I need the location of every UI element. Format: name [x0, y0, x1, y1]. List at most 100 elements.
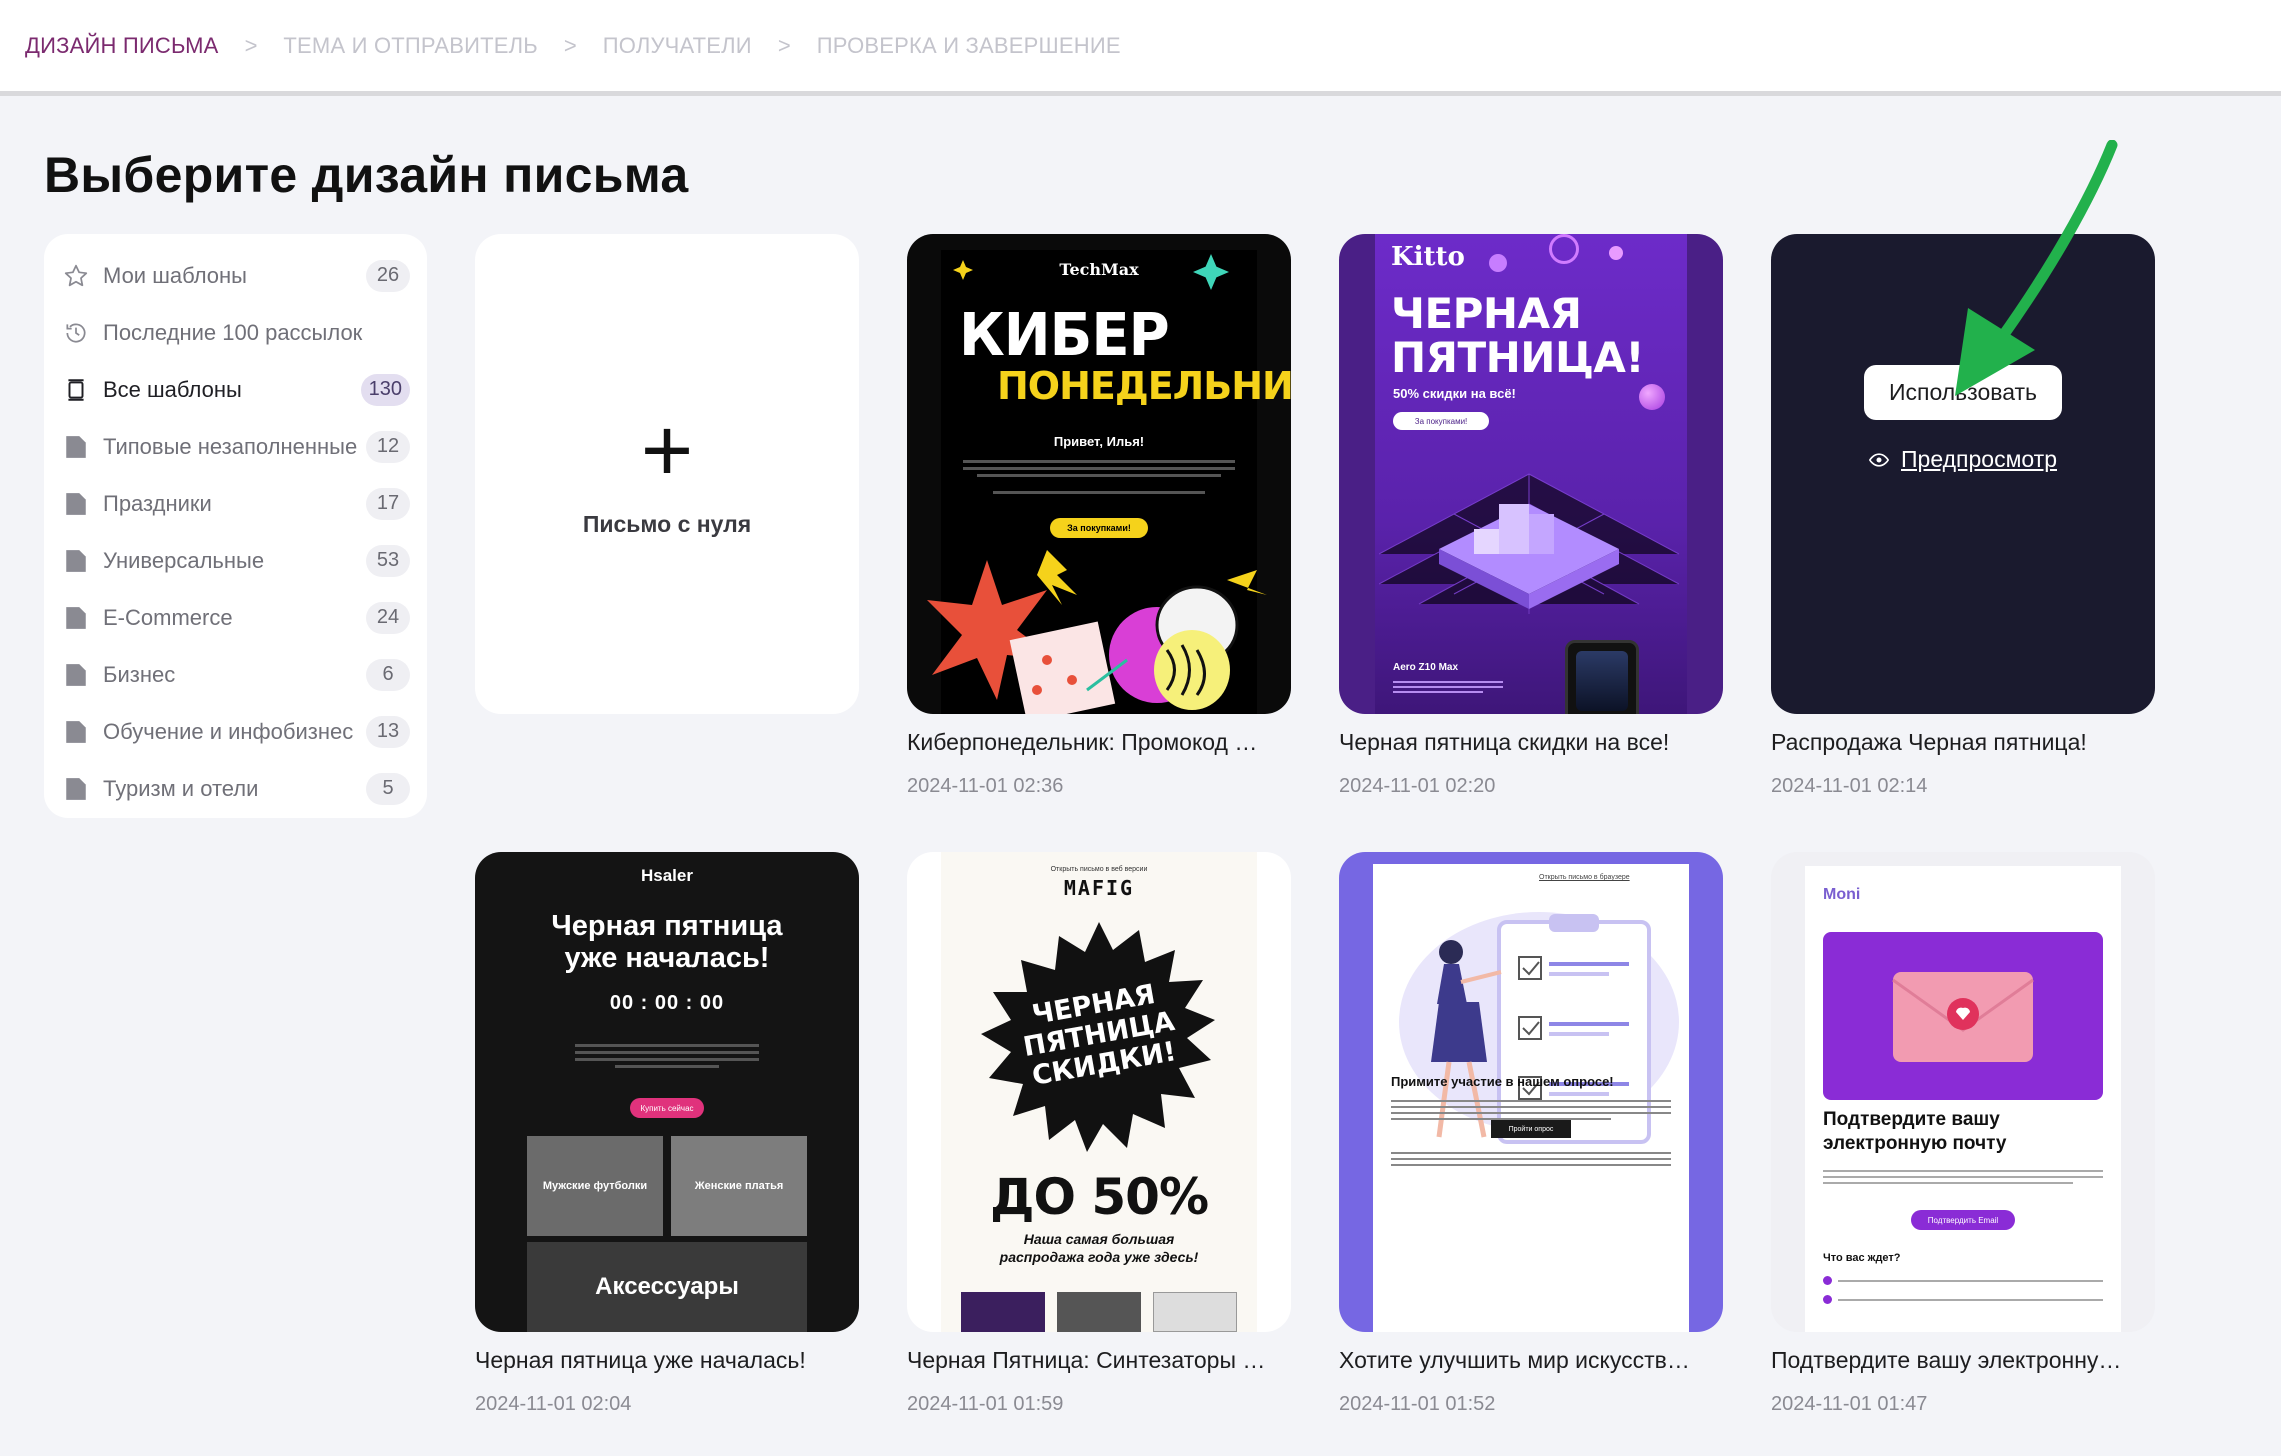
sidebar-item-ecommerce[interactable]: E-Commerce 24	[61, 589, 410, 646]
thumb-cta: Пройти опрос	[1491, 1120, 1571, 1138]
wizard-stepper: ДИЗАЙН ПИСЬМА > ТЕМА И ОТПРАВИТЕЛЬ > ПОЛ…	[0, 0, 2281, 96]
thumb-headline: ПОНЕДЕЛЬНИК	[997, 364, 1291, 408]
thumb-cta: За покупками!	[1393, 412, 1489, 430]
sidebar-item-tourism[interactable]: Туризм и отели 5	[61, 760, 410, 817]
sidebar-item-business[interactable]: Бизнес 6	[61, 646, 410, 703]
template-thumbnail[interactable]: Открыть письмо в браузере Примите участи…	[1339, 852, 1723, 1332]
template-card: Kitto ЧЕРНАЯ ПЯТНИЦА! 50% скидки на всё!…	[1339, 234, 1723, 798]
sidebar-item-universal[interactable]: Универсальные 53	[61, 532, 410, 589]
sidebar-item-holidays[interactable]: Праздники 17	[61, 475, 410, 532]
template-card: Открыть письмо в браузере Примите участи…	[1339, 852, 1723, 1416]
count-badge: 12	[366, 430, 410, 463]
sidebar-item-education[interactable]: Обучение и инфобизнес 13	[61, 703, 410, 760]
template-title: Подтвердите вашу электронну…	[1771, 1347, 2122, 1373]
thumb-headline: ЧЕРНАЯ	[1391, 289, 1582, 338]
thumb-body-text	[963, 456, 1235, 498]
history-icon	[61, 318, 91, 348]
step-design[interactable]: ДИЗАЙН ПИСЬМА	[25, 33, 219, 59]
template-thumbnail[interactable]: Hsaler Черная пятница уже началась! 00 :…	[475, 852, 859, 1332]
folder-icon	[61, 432, 91, 462]
folder-icon	[61, 660, 91, 690]
folder-icon	[61, 603, 91, 633]
sidebar-item-label: Мои шаблоны	[103, 262, 247, 288]
phone-image	[1565, 640, 1639, 714]
thumb-greeting: Привет, Илья!	[1053, 434, 1145, 449]
step-review-finish[interactable]: ПРОВЕРКА И ЗАВЕРШЕНИЕ	[817, 33, 1121, 59]
brand-logo: Kitto	[1391, 242, 1465, 272]
thumb-headline: уже началась!	[564, 942, 770, 974]
template-categories-sidebar: Мои шаблоны 26 Последние 100 рассылок Вс…	[44, 234, 427, 818]
template-thumbnail[interactable]: Moni Подтвердите вашу электронную почту …	[1771, 852, 2155, 1332]
template-title: Черная пятница скидки на все!	[1339, 729, 1670, 755]
preview-link[interactable]: Предпросмотр	[1869, 446, 2057, 473]
web-version-link: Открыть письмо в веб версии	[1050, 866, 1148, 873]
brand-logo: Hsaler	[641, 866, 693, 885]
chevron-right-icon: >	[777, 32, 791, 58]
sidebar-item-blank-typical[interactable]: Типовые незаполненные 12	[61, 418, 410, 475]
template-date: 2024-11-01 02:36	[907, 775, 1064, 797]
category-tile: Женские платья	[671, 1136, 807, 1236]
template-card: Moni Подтвердите вашу электронную почту …	[1771, 852, 2155, 1416]
template-thumbnail[interactable]: TechMax КИБЕР ПОНЕДЕЛЬНИК Привет, Илья! …	[907, 234, 1291, 714]
template-card: TechMax КИБЕР ПОНЕДЕЛЬНИК Привет, Илья! …	[907, 234, 1291, 798]
isometric-city-illustration	[1379, 473, 1679, 614]
stack-icon	[61, 375, 91, 405]
star-icon	[1193, 254, 1229, 290]
product-image	[961, 1292, 1045, 1332]
template-thumbnail[interactable]: Kitto ЧЕРНАЯ ПЯТНИЦА! 50% скидки на всё!…	[1339, 234, 1723, 714]
sidebar-item-label: Туризм и отели	[103, 775, 259, 801]
template-date: 2024-11-01 02:14	[1771, 775, 1928, 797]
template-card-blank: + Письмо с нуля	[475, 234, 859, 714]
folder-icon	[61, 546, 91, 576]
count-badge: 13	[366, 715, 410, 748]
thumb-cta: Купить сейчас	[630, 1098, 704, 1118]
template-date: 2024-11-01 02:20	[1339, 775, 1496, 797]
sidebar-item-my-templates[interactable]: Мои шаблоны 26	[61, 247, 410, 304]
template-title: Хотите улучшить мир искусств…	[1339, 1347, 1690, 1373]
brand-logo: Moni	[1823, 886, 1861, 903]
count-badge: 6	[366, 658, 410, 691]
brand-logo: MAFIG	[1063, 876, 1135, 900]
sidebar-item-recent-mailings[interactable]: Последние 100 рассылок	[61, 304, 410, 361]
template-date: 2024-11-01 01:52	[1339, 1393, 1496, 1415]
category-tile: Аксессуары	[527, 1242, 807, 1332]
thumb-subtitle: Что вас ждет?	[1823, 1252, 1901, 1264]
thumb-subtitle: Наша самая большая распродажа года уже з…	[999, 1231, 1199, 1265]
category-tile: Мужские футболки	[527, 1136, 663, 1236]
countdown-timer: 00 : 00 : 00	[609, 992, 725, 1014]
create-from-scratch-button[interactable]: + Письмо с нуля	[475, 234, 859, 714]
folder-icon	[61, 774, 91, 804]
sidebar-item-label: Универсальные	[103, 547, 265, 573]
thumb-product-name: Aero Z10 Max	[1393, 662, 1459, 673]
chevron-right-icon: >	[563, 32, 577, 58]
thumb-cta: За покупками!	[1050, 518, 1148, 538]
template-date: 2024-11-01 02:04	[475, 1393, 632, 1415]
template-thumbnail[interactable]: Открыть письмо в веб версии MAFIG ЧЕРНАЯ…	[907, 852, 1291, 1332]
thumb-headline: ДО 50%	[989, 1168, 1209, 1226]
template-card: Открыть письмо в веб версии MAFIG ЧЕРНАЯ…	[907, 852, 1291, 1416]
browser-link: Открыть письмо в браузере	[1539, 874, 1630, 881]
count-badge: 5	[366, 772, 410, 805]
count-badge: 130	[360, 373, 410, 406]
preview-link-label: Предпросмотр	[1901, 446, 2057, 472]
count-badge: 53	[366, 544, 410, 577]
decorative-collage	[927, 550, 1267, 714]
sidebar-item-all-templates[interactable]: Все шаблоны 130	[61, 361, 410, 418]
chevron-right-icon: >	[244, 32, 258, 58]
count-badge: 24	[366, 601, 410, 634]
step-subject-sender[interactable]: ТЕМА И ОТПРАВИТЕЛЬ	[283, 33, 537, 59]
folder-icon	[61, 717, 91, 747]
sidebar-item-label: Последние 100 рассылок	[103, 319, 363, 345]
template-date: 2024-11-01 01:47	[1771, 1393, 1928, 1415]
thumb-headline: Черная пятница	[551, 910, 783, 942]
sidebar-item-label: E-Commerce	[103, 604, 233, 630]
sidebar-item-label: Типовые незаполненные	[103, 433, 358, 459]
template-card: Hsaler Черная пятница уже началась! 00 :…	[475, 852, 859, 1416]
sidebar-item-label: Все шаблоны	[103, 376, 242, 402]
thumb-headline: КИБЕР	[959, 301, 1170, 370]
sidebar-item-label: Бизнес	[103, 661, 176, 687]
template-title: Киберпонедельник: Промокод …	[907, 729, 1258, 755]
step-recipients[interactable]: ПОЛУЧАТЕЛИ	[603, 33, 752, 59]
sidebar-item-label: Обучение и инфобизнес	[103, 718, 354, 744]
template-title: Черная пятница уже началась!	[475, 1347, 806, 1373]
